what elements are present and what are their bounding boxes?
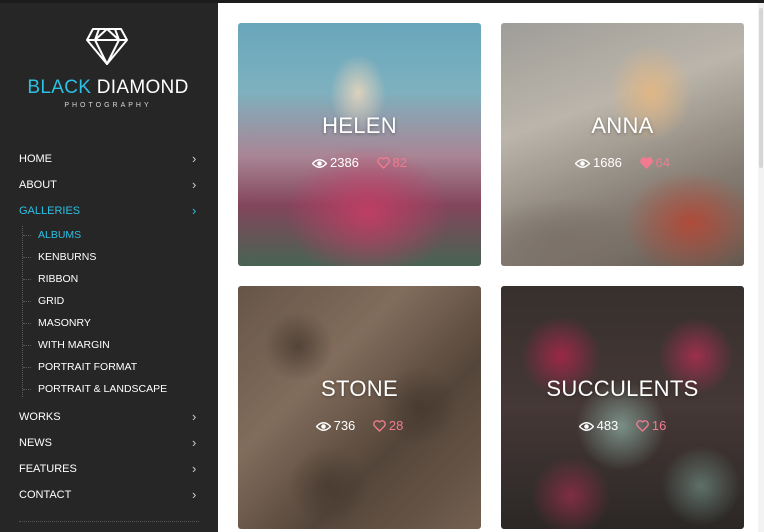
heart-icon bbox=[639, 157, 653, 169]
album-views-count: 2386 bbox=[329, 155, 359, 171]
eye-icon bbox=[311, 159, 328, 169]
subnav-item-albums[interactable]: ALBUMS bbox=[0, 224, 218, 246]
album-title: SUCCULENTS bbox=[546, 376, 699, 401]
album-likes-count: 82 bbox=[392, 155, 407, 171]
brand-name-accent: BLACK bbox=[27, 77, 92, 98]
album-cover-overlay bbox=[238, 286, 481, 529]
brand-tagline: PHOTOGRAPHY bbox=[64, 102, 152, 109]
album-card-succulents[interactable]: SUCCULENTS 483 16 bbox=[501, 286, 744, 529]
subnav-item-grid[interactable]: GRID bbox=[0, 290, 218, 312]
nav-item-label: WORKS bbox=[19, 411, 61, 423]
subnav-item-ribbon[interactable]: RIBBON bbox=[0, 268, 218, 290]
album-stats: 736 28 bbox=[238, 417, 481, 433]
album-views-count: 1686 bbox=[592, 155, 622, 171]
album-grid: HELEN 2386 82 ANNA 1686 64 STONE 736 28 … bbox=[218, 3, 764, 532]
galleries-submenu: ALBUMS KENBURNS RIBBON GRID MASONRY WITH… bbox=[0, 224, 218, 400]
album-likes[interactable]: 64 bbox=[639, 155, 670, 171]
chevron-right-icon: › bbox=[192, 177, 197, 192]
album-likes[interactable]: 16 bbox=[636, 418, 666, 433]
album-card-helen[interactable]: HELEN 2386 82 bbox=[238, 23, 481, 266]
heart-icon bbox=[376, 157, 390, 169]
subnav-item-portrait-format[interactable]: PORTRAIT FORMAT bbox=[0, 356, 218, 378]
nav-item-label: GALLERIES bbox=[19, 205, 81, 217]
album-views: 1686 bbox=[574, 155, 622, 171]
album-likes-count: 64 bbox=[655, 155, 670, 171]
album-stats: 483 16 bbox=[501, 417, 744, 433]
nav-item-galleries[interactable]: GALLERIES › bbox=[0, 198, 218, 224]
album-likes[interactable]: 28 bbox=[373, 418, 403, 433]
scrollbar-thumb[interactable] bbox=[759, 8, 763, 168]
page-scrollbar[interactable] bbox=[758, 3, 764, 532]
album-card-anna[interactable]: ANNA 1686 64 bbox=[501, 23, 744, 266]
chevron-right-icon: › bbox=[192, 203, 197, 218]
nav-item-label: ABOUT bbox=[19, 179, 57, 191]
album-likes-count: 16 bbox=[651, 418, 667, 434]
album-views: 483 bbox=[578, 418, 619, 434]
album-title: HELEN bbox=[322, 113, 397, 138]
sidebar: BLACK DIAMOND PHOTOGRAPHY HOME › ABOUT ›… bbox=[0, 0, 218, 532]
eye-icon bbox=[578, 422, 595, 432]
subnav-item-portrait-landscape[interactable]: PORTRAIT & LANDSCAPE bbox=[0, 378, 218, 400]
album-likes[interactable]: 82 bbox=[376, 155, 407, 171]
album-stats: 1686 64 bbox=[501, 154, 744, 170]
album-card-stone[interactable]: STONE 736 28 bbox=[238, 286, 481, 529]
brand-name[interactable]: BLACK DIAMOND bbox=[0, 77, 216, 99]
eye-icon bbox=[315, 422, 332, 432]
chevron-right-icon: › bbox=[192, 461, 197, 476]
album-views-count: 736 bbox=[333, 418, 356, 434]
album-cover-overlay bbox=[501, 23, 744, 266]
nav-item-about[interactable]: ABOUT › bbox=[0, 172, 218, 198]
album-stats: 2386 82 bbox=[238, 154, 481, 170]
diamond-icon bbox=[86, 28, 128, 65]
nav-item-home[interactable]: HOME › bbox=[0, 146, 218, 172]
nav-item-label: CONTACT bbox=[19, 489, 72, 501]
nav-item-features[interactable]: FEATURES › bbox=[0, 456, 218, 482]
album-cover-overlay bbox=[238, 23, 481, 266]
album-title: ANNA bbox=[591, 113, 654, 138]
chevron-right-icon: › bbox=[192, 151, 197, 166]
album-views: 736 bbox=[315, 418, 356, 434]
sidebar-divider bbox=[19, 521, 199, 522]
album-views-count: 483 bbox=[596, 418, 619, 434]
top-border bbox=[0, 0, 764, 3]
album-likes-count: 28 bbox=[388, 418, 404, 434]
heart-icon bbox=[373, 420, 386, 432]
chevron-right-icon: › bbox=[192, 409, 197, 424]
subnav-item-kenburns[interactable]: KENBURNS bbox=[0, 246, 218, 268]
album-title: STONE bbox=[321, 376, 398, 401]
brand-name-rest: DIAMOND bbox=[96, 77, 189, 98]
chevron-right-icon: › bbox=[192, 435, 197, 450]
album-views: 2386 bbox=[311, 155, 359, 171]
nav-item-contact[interactable]: CONTACT › bbox=[0, 482, 218, 508]
nav-item-label: FEATURES bbox=[19, 463, 77, 475]
nav-item-label: HOME bbox=[19, 153, 52, 165]
nav-item-works[interactable]: WORKS › bbox=[0, 404, 218, 430]
subnav-item-with-margin[interactable]: WITH MARGIN bbox=[0, 334, 218, 356]
chevron-right-icon: › bbox=[192, 487, 197, 502]
subnav-item-masonry[interactable]: MASONRY bbox=[0, 312, 218, 334]
heart-icon bbox=[636, 420, 649, 432]
nav-item-label: NEWS bbox=[19, 437, 52, 449]
nav-item-news[interactable]: NEWS › bbox=[0, 430, 218, 456]
album-cover-overlay bbox=[501, 286, 744, 529]
eye-icon bbox=[574, 159, 591, 169]
main-nav: HOME › ABOUT › GALLERIES › ALBUMS KENBUR… bbox=[0, 146, 218, 508]
